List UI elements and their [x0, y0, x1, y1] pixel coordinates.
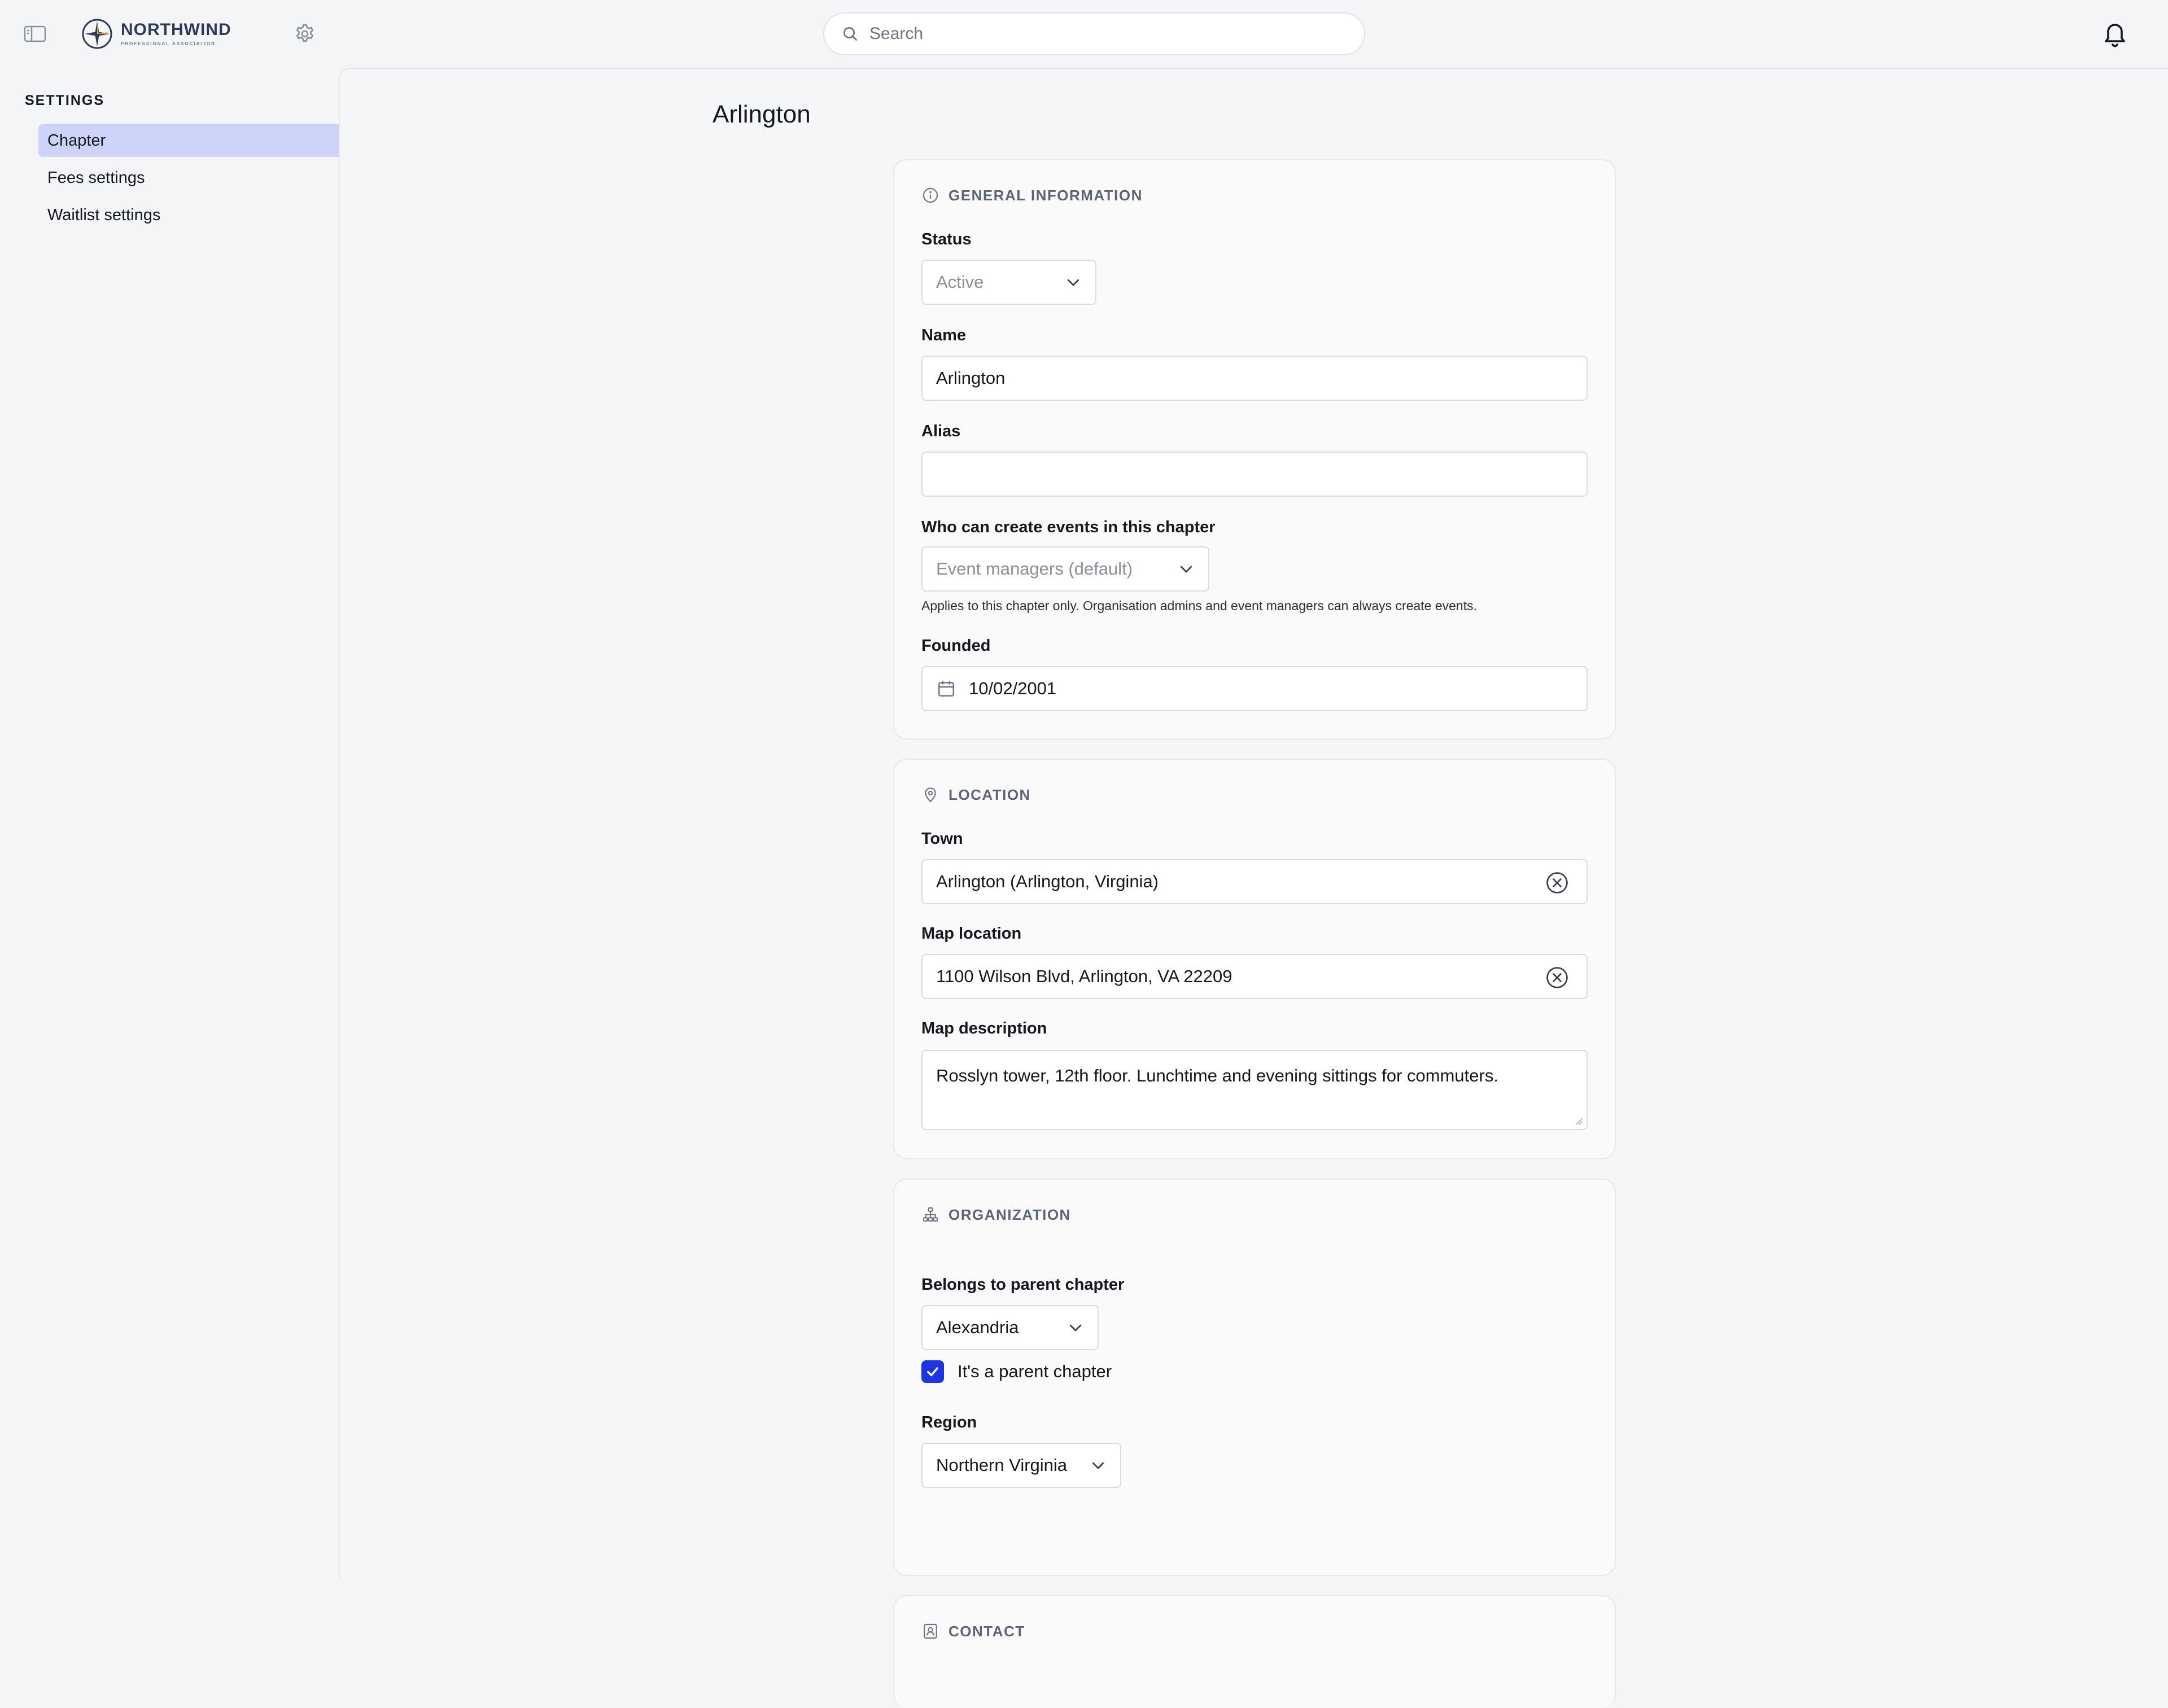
organization-card: ORGANIZATION Belongs to parent chapter A… — [893, 1179, 1616, 1576]
sidebar-heading: SETTINGS — [25, 93, 105, 108]
founded-value: 10/02/2001 — [969, 678, 1057, 698]
parent-chapter-value: Alexandria — [936, 1317, 1019, 1337]
is-parent-chapter-checkbox[interactable] — [921, 1360, 944, 1383]
search-input[interactable] — [869, 24, 1332, 43]
region-value: Northern Virginia — [936, 1455, 1068, 1475]
bell-icon[interactable] — [2099, 17, 2131, 51]
sidebar-item-label: Waitlist settings — [47, 205, 161, 224]
section-title: ORGANIZATION — [948, 1206, 1071, 1223]
sidebar-item-chapter[interactable]: Chapter — [38, 124, 339, 157]
search-box[interactable] — [823, 12, 1365, 55]
town-input[interactable]: Arlington (Arlington, Virginia) — [921, 859, 1588, 904]
map-location-value: 1100 Wilson Blvd, Arlington, VA 22209 — [936, 966, 1232, 986]
name-input[interactable]: Arlington — [921, 356, 1588, 401]
map-description-value: Rosslyn tower, 12th floor. Lunchtime and… — [936, 1066, 1498, 1085]
clear-map-location-icon[interactable] — [1545, 965, 1570, 990]
chevron-down-icon — [1067, 1319, 1084, 1336]
info-icon — [921, 186, 939, 204]
status-value: Active — [936, 272, 984, 292]
name-value: Arlington — [936, 368, 1006, 388]
parent-chapter-select[interactable]: Alexandria — [921, 1305, 1099, 1350]
chevron-down-icon — [1090, 1457, 1107, 1474]
map-location-label: Map location — [921, 925, 1022, 943]
section-title: CONTACT — [948, 1622, 1025, 1640]
who-can-create-events-label: Who can create events in this chapter — [921, 518, 1216, 536]
map-description-label: Map description — [921, 1019, 1047, 1037]
location-heading: LOCATION — [921, 786, 1031, 804]
clear-town-icon[interactable] — [1545, 870, 1570, 895]
logo[interactable]: NORTHWIND PROFESSIONAL ASSOCIATION — [81, 16, 231, 52]
resize-handle-icon[interactable] — [1574, 1116, 1583, 1125]
town-value: Arlington (Arlington, Virginia) — [936, 871, 1159, 891]
section-title: GENERAL INFORMATION — [948, 186, 1143, 204]
map-pin-icon — [921, 786, 939, 804]
org-chart-icon — [921, 1206, 939, 1224]
status-label: Status — [921, 230, 972, 248]
sidebar-toggle-icon[interactable] — [23, 23, 47, 45]
chevron-down-icon — [1065, 274, 1082, 291]
founded-label: Founded — [921, 637, 991, 655]
compass-logo-icon — [81, 18, 113, 50]
map-location-input[interactable]: 1100 Wilson Blvd, Arlington, VA 22209 — [921, 954, 1588, 999]
search-icon — [841, 25, 859, 43]
calendar-icon — [936, 678, 956, 699]
alias-label: Alias — [921, 422, 961, 440]
status-select[interactable]: Active — [921, 260, 1096, 305]
general-information-card: GENERAL INFORMATION Status Active Name A… — [893, 159, 1616, 739]
contact-card-icon — [921, 1622, 939, 1640]
who-can-create-events-select[interactable]: Event managers (default) — [921, 546, 1209, 592]
logo-name: NORTHWIND — [121, 20, 231, 39]
sidebar-item-label: Chapter — [47, 131, 106, 150]
organization-heading: ORGANIZATION — [921, 1206, 1071, 1224]
contact-heading: CONTACT — [921, 1622, 1025, 1640]
sidebar-item-label: Fees settings — [47, 168, 145, 187]
region-select[interactable]: Northern Virginia — [921, 1443, 1121, 1488]
who-can-create-events-help: Applies to this chapter only. Organisati… — [921, 598, 1478, 613]
chevron-down-icon — [1178, 560, 1195, 577]
gear-icon[interactable] — [291, 20, 318, 47]
town-label: Town — [921, 830, 963, 848]
parent-chapter-label: Belongs to parent chapter — [921, 1276, 1125, 1294]
is-parent-chapter-row[interactable]: It's a parent chapter — [921, 1360, 1112, 1383]
alias-input[interactable] — [921, 452, 1588, 497]
map-description-textarea[interactable]: Rosslyn tower, 12th floor. Lunchtime and… — [921, 1050, 1588, 1130]
sidebar-item-fees-settings[interactable]: Fees settings — [38, 161, 339, 194]
location-card: LOCATION Town Arlington (Arlington, Virg… — [893, 759, 1616, 1159]
is-parent-chapter-label: It's a parent chapter — [958, 1361, 1112, 1381]
top-bar: NORTHWIND PROFESSIONAL ASSOCIATION — [0, 0, 2168, 68]
founded-date-input[interactable]: 10/02/2001 — [921, 666, 1588, 711]
contact-card: CONTACT — [893, 1595, 1616, 1708]
general-information-heading: GENERAL INFORMATION — [921, 186, 1143, 204]
page-title: Arlington — [713, 100, 811, 128]
main-content: Arlington GENERAL INFORMATION Status Act… — [339, 68, 2168, 1708]
section-title: LOCATION — [948, 786, 1031, 803]
name-label: Name — [921, 326, 966, 344]
sidebar: SETTINGS Chapter Fees settings Waitlist … — [0, 68, 339, 1580]
who-can-create-events-value: Event managers (default) — [936, 559, 1133, 579]
logo-subtitle: PROFESSIONAL ASSOCIATION — [121, 41, 216, 46]
sidebar-item-waitlist-settings[interactable]: Waitlist settings — [38, 199, 339, 231]
region-label: Region — [921, 1413, 977, 1431]
